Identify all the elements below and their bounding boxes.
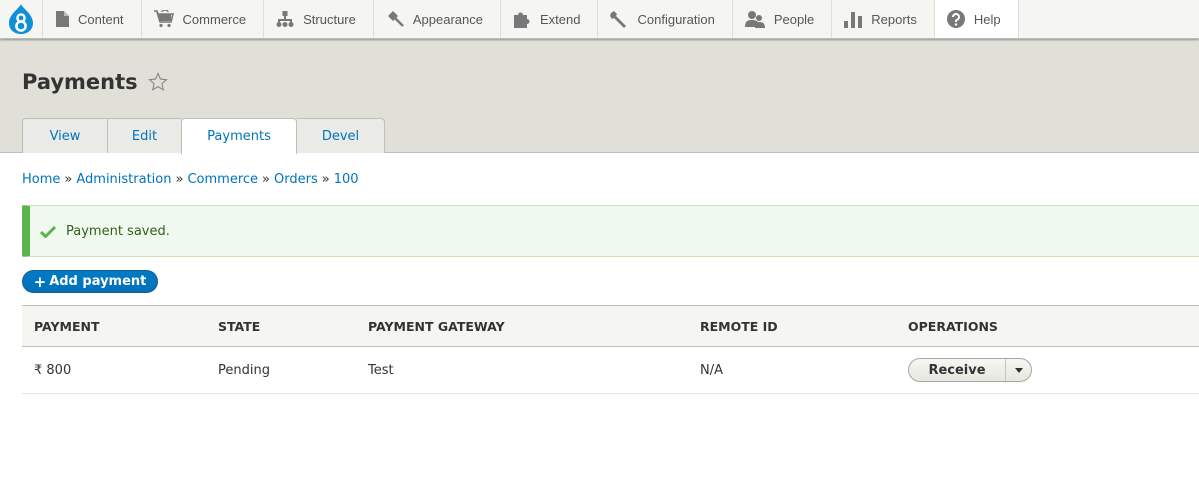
breadcrumb-order-100[interactable]: 100	[334, 172, 359, 187]
breadcrumb-separator: »	[262, 172, 270, 187]
toolbar-item-label: Appearance	[412, 11, 483, 27]
column-header-payment[interactable]: Payment	[22, 306, 206, 347]
checkmark-icon	[40, 225, 56, 238]
toolbar-item-label: Structure	[303, 11, 356, 27]
tab-view[interactable]: View	[22, 118, 107, 153]
cart-icon	[153, 10, 174, 28]
help-icon	[946, 10, 965, 28]
puzzle-icon	[514, 12, 530, 28]
page-title: Payments	[22, 70, 168, 94]
breadcrumb-home[interactable]: Home	[22, 172, 60, 187]
status-message-text: Payment saved.	[66, 223, 170, 239]
payment-state: Pending	[218, 362, 270, 378]
operations-toggle[interactable]	[1006, 359, 1031, 381]
page-title-text: Payments	[22, 70, 138, 94]
toolbar-item-configuration[interactable]: Configuration	[598, 0, 733, 38]
wrench-icon	[610, 11, 627, 28]
primary-tabs: View Edit Payments Devel	[22, 118, 385, 154]
breadcrumb-separator: »	[64, 172, 73, 187]
sitemap-icon	[276, 11, 294, 27]
receive-button[interactable]: Receive	[909, 359, 1006, 381]
toolbar-item-label: Help	[973, 11, 1001, 27]
shortcut-star-icon[interactable]	[147, 72, 168, 92]
operations-dropbutton: Receive	[908, 358, 1032, 382]
add-payment-button[interactable]: + Add payment	[22, 270, 158, 293]
column-header-state[interactable]: State	[206, 306, 356, 347]
toolbar-item-label: Reports	[871, 11, 917, 27]
document-icon	[56, 11, 69, 27]
table-header-row: Payment State Payment gateway Remote ID …	[22, 305, 1199, 347]
breadcrumb-separator: »	[321, 172, 330, 187]
remote-id: N/A	[700, 362, 723, 378]
toolbar-item-reports[interactable]: Reports	[832, 0, 935, 38]
toolbar-item-label: People	[773, 11, 815, 27]
toolbar-item-structure[interactable]: Structure	[264, 0, 374, 38]
toolbar-item-commerce[interactable]: Commerce	[142, 0, 265, 38]
column-header-remote-id[interactable]: Remote ID	[688, 306, 896, 347]
tab-edit[interactable]: Edit	[107, 118, 181, 153]
breadcrumb: Home» Administration» Commerce» Orders» 100	[22, 172, 359, 187]
toolbar-item-help[interactable]: Help	[934, 0, 1019, 38]
breadcrumb-separator: »	[175, 172, 184, 187]
admin-toolbar: Content Commerce Structure Appearance Ex…	[0, 0, 1199, 39]
table-row: ₹ 800 Pending Test N/A Receive	[22, 347, 1199, 394]
toolbar-item-extend[interactable]: Extend	[501, 0, 599, 38]
home-link[interactable]	[0, 0, 43, 38]
tab-devel[interactable]: Devel	[297, 118, 385, 153]
page-header: Payments View Edit Payments Devel	[0, 39, 1199, 154]
column-header-payment-gateway[interactable]: Payment gateway	[356, 306, 688, 347]
toolbar-item-people[interactable]: People	[733, 0, 833, 38]
breadcrumb-administration[interactable]: Administration	[76, 172, 171, 187]
plus-icon: +	[33, 272, 47, 291]
toolbar-item-label: Configuration	[637, 11, 715, 27]
toolbar-item-label: Extend	[540, 11, 581, 27]
status-message: Payment saved.	[22, 205, 1199, 257]
paintbrush-icon	[387, 11, 404, 27]
bar-chart-icon	[844, 12, 863, 28]
toolbar-item-label: Content	[78, 11, 124, 27]
payment-amount: ₹ 800	[34, 362, 72, 378]
breadcrumb-commerce[interactable]: Commerce	[187, 172, 258, 187]
people-icon	[744, 11, 765, 28]
tab-payments[interactable]: Payments	[181, 118, 297, 154]
payment-gateway: Test	[368, 362, 394, 378]
add-payment-label: Add payment	[49, 274, 147, 289]
payments-table: Payment State Payment gateway Remote ID …	[22, 305, 1199, 394]
column-header-operations: Operations	[908, 318, 998, 334]
toolbar-item-content[interactable]: Content	[43, 0, 142, 38]
operations-cell: Receive	[896, 347, 1199, 394]
toolbar-item-appearance[interactable]: Appearance	[374, 0, 501, 38]
toolbar-item-label: Commerce	[182, 11, 247, 27]
breadcrumb-orders[interactable]: Orders	[274, 172, 318, 187]
drupal-logo-icon	[9, 4, 33, 34]
caret-down-icon	[1014, 367, 1023, 373]
